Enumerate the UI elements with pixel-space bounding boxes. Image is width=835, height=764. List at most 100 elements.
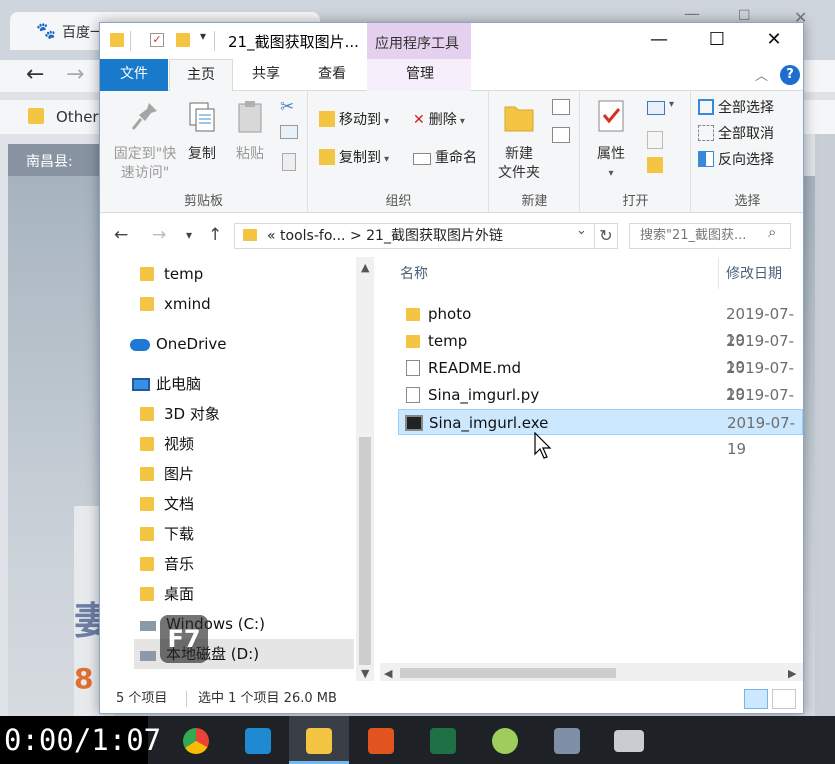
delete-label: 删除 — [428, 112, 457, 128]
bookmark-other[interactable]: Other — [56, 108, 99, 126]
file-row[interactable]: Sina_imgurl.py2019-07-19 — [398, 382, 803, 430]
address-dropdown-icon[interactable]: ⌄ — [576, 223, 587, 238]
taskbar-xmind[interactable] — [351, 716, 411, 764]
tab-share[interactable]: 共享 — [236, 59, 296, 91]
tab-file[interactable]: 文件 — [100, 59, 168, 91]
paste-button[interactable]: 粘贴 — [228, 99, 272, 164]
invert-selection-button[interactable]: 反向选择 — [698, 149, 774, 171]
taskbar-vscode[interactable] — [228, 716, 288, 764]
properties-check-icon[interactable]: ✓ — [150, 33, 164, 47]
paste-shortcut-icon[interactable] — [282, 153, 296, 171]
taskbar-snip[interactable] — [537, 716, 597, 764]
nav-item-xmind[interactable]: xmind — [140, 289, 211, 319]
file-name: Sina_imgurl.py — [428, 386, 540, 404]
new-folder-button[interactable]: 新建 文件夹 — [494, 99, 544, 183]
select-all-button[interactable]: 全部选择 — [698, 97, 774, 119]
pin-quick-access-button[interactable]: 固定到"快速访问" — [106, 99, 184, 183]
open-dropdown-icon[interactable]: ▾ — [669, 99, 674, 110]
help-icon[interactable]: ? — [780, 65, 800, 85]
file-row[interactable]: photo 2019-07-19 — [398, 301, 803, 349]
recent-locations-icon[interactable]: ▾ — [186, 228, 192, 242]
taskbar-excel[interactable] — [413, 716, 473, 764]
column-header-name[interactable]: 名称 — [400, 263, 428, 283]
scroll-right-icon[interactable]: ▶ — [788, 667, 796, 680]
column-header-date[interactable]: 修改日期 — [726, 263, 782, 283]
browser-back-icon[interactable]: ← — [26, 62, 44, 87]
maximize-button[interactable]: ☐ — [688, 23, 746, 59]
ribbon-collapse-icon[interactable]: ︿ — [755, 65, 768, 84]
file-row[interactable]: temp 2019-07-19 — [398, 328, 803, 376]
desktop-icon — [140, 587, 154, 601]
nav-item-label: 音乐 — [164, 555, 195, 573]
column-divider[interactable] — [718, 257, 719, 289]
breadcrumb-current[interactable]: 21_截图获取图片外链 — [366, 228, 503, 244]
taskbar-file-explorer[interactable] — [289, 716, 349, 764]
nav-item-desktop[interactable]: 桌面 — [140, 579, 194, 609]
copy-button[interactable]: 复制 — [180, 99, 224, 164]
tab-manage[interactable]: 管理 — [380, 59, 460, 91]
mouse-cursor-icon — [534, 432, 552, 459]
breadcrumb-overflow[interactable]: « — [267, 228, 276, 244]
downloads-icon — [140, 527, 154, 541]
minimize-button[interactable]: — — [630, 23, 688, 59]
details-view-icon[interactable] — [744, 689, 768, 709]
tab-view[interactable]: 查看 — [300, 59, 364, 91]
refresh-icon[interactable]: ↻ — [594, 223, 618, 249]
cut-icon[interactable]: ✂ — [280, 97, 294, 117]
folder-icon — [140, 267, 154, 281]
invert-selection-icon — [698, 151, 714, 167]
search-icon[interactable]: ⌕ — [768, 223, 776, 241]
copy-to-button[interactable]: 复制到 ▾ — [319, 147, 389, 169]
breadcrumb-tools[interactable]: tools-fo... — [280, 228, 345, 244]
nav-item-music[interactable]: 音乐 — [140, 549, 194, 579]
move-to-button[interactable]: 移动到 ▾ — [319, 109, 389, 131]
close-button[interactable]: ✕ — [745, 23, 803, 59]
app-tools-label: 应用程序工具 — [367, 23, 471, 59]
taskbar-chrome[interactable] — [166, 716, 226, 764]
select-none-button[interactable]: 全部取消 — [698, 123, 774, 145]
up-arrow-icon[interactable]: ↑ — [208, 225, 222, 245]
address-bar[interactable]: « tools-fo... > 21_截图获取图片外链 — [234, 223, 618, 249]
file-date: 2019-07-19 — [727, 414, 796, 458]
properties-button[interactable]: 属性 ▾ — [587, 99, 635, 183]
browser-scrollbar[interactable] — [815, 134, 835, 720]
nav-scrollbar-thumb[interactable] — [359, 437, 371, 665]
forward-arrow-icon[interactable]: → — [152, 225, 166, 245]
file-row-selected[interactable]: Sina_imgurl.exe 2019-07-19 — [398, 409, 803, 458]
new-item-icon[interactable] — [552, 99, 570, 115]
nav-item-3d-objects[interactable]: 3D 对象 — [140, 399, 220, 429]
videos-icon — [140, 437, 154, 451]
tab-home[interactable]: 主页 — [169, 59, 233, 92]
nav-item-this-pc[interactable]: 此电脑 — [132, 369, 201, 399]
breadcrumb-separator[interactable]: > — [350, 228, 362, 244]
nav-item-onedrive[interactable]: OneDrive — [130, 329, 227, 359]
file-name: README.md — [428, 359, 522, 377]
file-row[interactable]: README.md 2019-07-19 — [398, 355, 803, 403]
browser-tab-title: 百度一 — [62, 25, 104, 41]
scroll-left-icon[interactable]: ◀ — [384, 667, 392, 680]
horizontal-scrollbar-thumb[interactable] — [400, 668, 616, 678]
delete-button[interactable]: ✕ 删除 ▾ — [413, 109, 465, 131]
copy-path-icon[interactable] — [280, 125, 298, 139]
browser-forward-icon[interactable]: → — [66, 62, 84, 87]
open-icon[interactable] — [647, 101, 665, 115]
large-icons-view-icon[interactable] — [772, 689, 796, 709]
rename-button[interactable]: 重命名 — [413, 147, 477, 169]
browser-minimize-icon[interactable]: — — [684, 4, 700, 23]
nav-item-documents[interactable]: 文档 — [140, 489, 194, 519]
history-icon[interactable] — [647, 157, 663, 173]
easy-access-icon[interactable] — [552, 127, 570, 143]
nav-item-pictures[interactable]: 图片 — [140, 459, 194, 489]
nav-item-videos[interactable]: 视频 — [140, 429, 194, 459]
back-arrow-icon[interactable]: ← — [114, 225, 128, 245]
quick-access-dropdown-icon[interactable]: ▾ — [200, 29, 206, 43]
taskbar-switch[interactable] — [599, 716, 659, 764]
nav-item-temp[interactable]: temp — [140, 259, 203, 289]
new-folder-icon[interactable] — [176, 33, 190, 47]
search-input[interactable]: 搜索"21_截图获... — [629, 223, 791, 249]
edit-icon[interactable] — [647, 131, 663, 149]
scroll-down-icon[interactable]: ▼ — [361, 667, 369, 680]
nav-item-downloads[interactable]: 下载 — [140, 519, 194, 549]
taskbar-wechat[interactable] — [475, 716, 535, 764]
scroll-up-icon[interactable]: ▲ — [361, 261, 369, 274]
